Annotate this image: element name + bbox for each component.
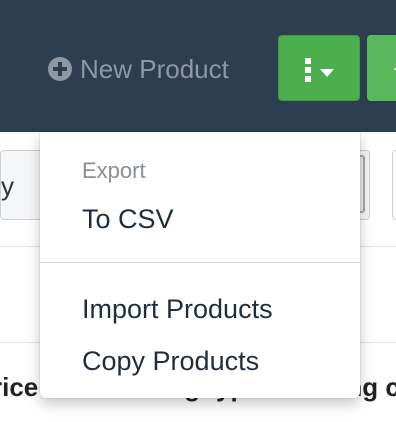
export-section-caption: Export: [82, 158, 146, 183]
vertical-dots-icon: [305, 58, 311, 82]
actions-dropdown-menu: Export To CSV Import Products Copy Produ…: [40, 132, 360, 398]
new-product-label: New Product: [80, 53, 229, 84]
plus-circle-icon: [48, 57, 72, 81]
secondary-green-button[interactable]: [367, 35, 396, 101]
menu-item-to-csv[interactable]: To CSV: [82, 204, 174, 235]
caret-down-icon: [320, 69, 334, 77]
column-header-price[interactable]: rice: [0, 372, 38, 403]
actions-dropdown-button[interactable]: [278, 35, 360, 101]
top-navigation-bar: New Product: [0, 0, 396, 132]
new-product-button[interactable]: New Product: [48, 54, 229, 84]
menu-item-copy-products[interactable]: Copy Products: [82, 346, 259, 377]
menu-divider: [40, 262, 360, 263]
filter-input[interactable]: [392, 150, 396, 220]
filter-select-value: y: [1, 171, 14, 201]
menu-item-import-products[interactable]: Import Products: [82, 294, 273, 325]
